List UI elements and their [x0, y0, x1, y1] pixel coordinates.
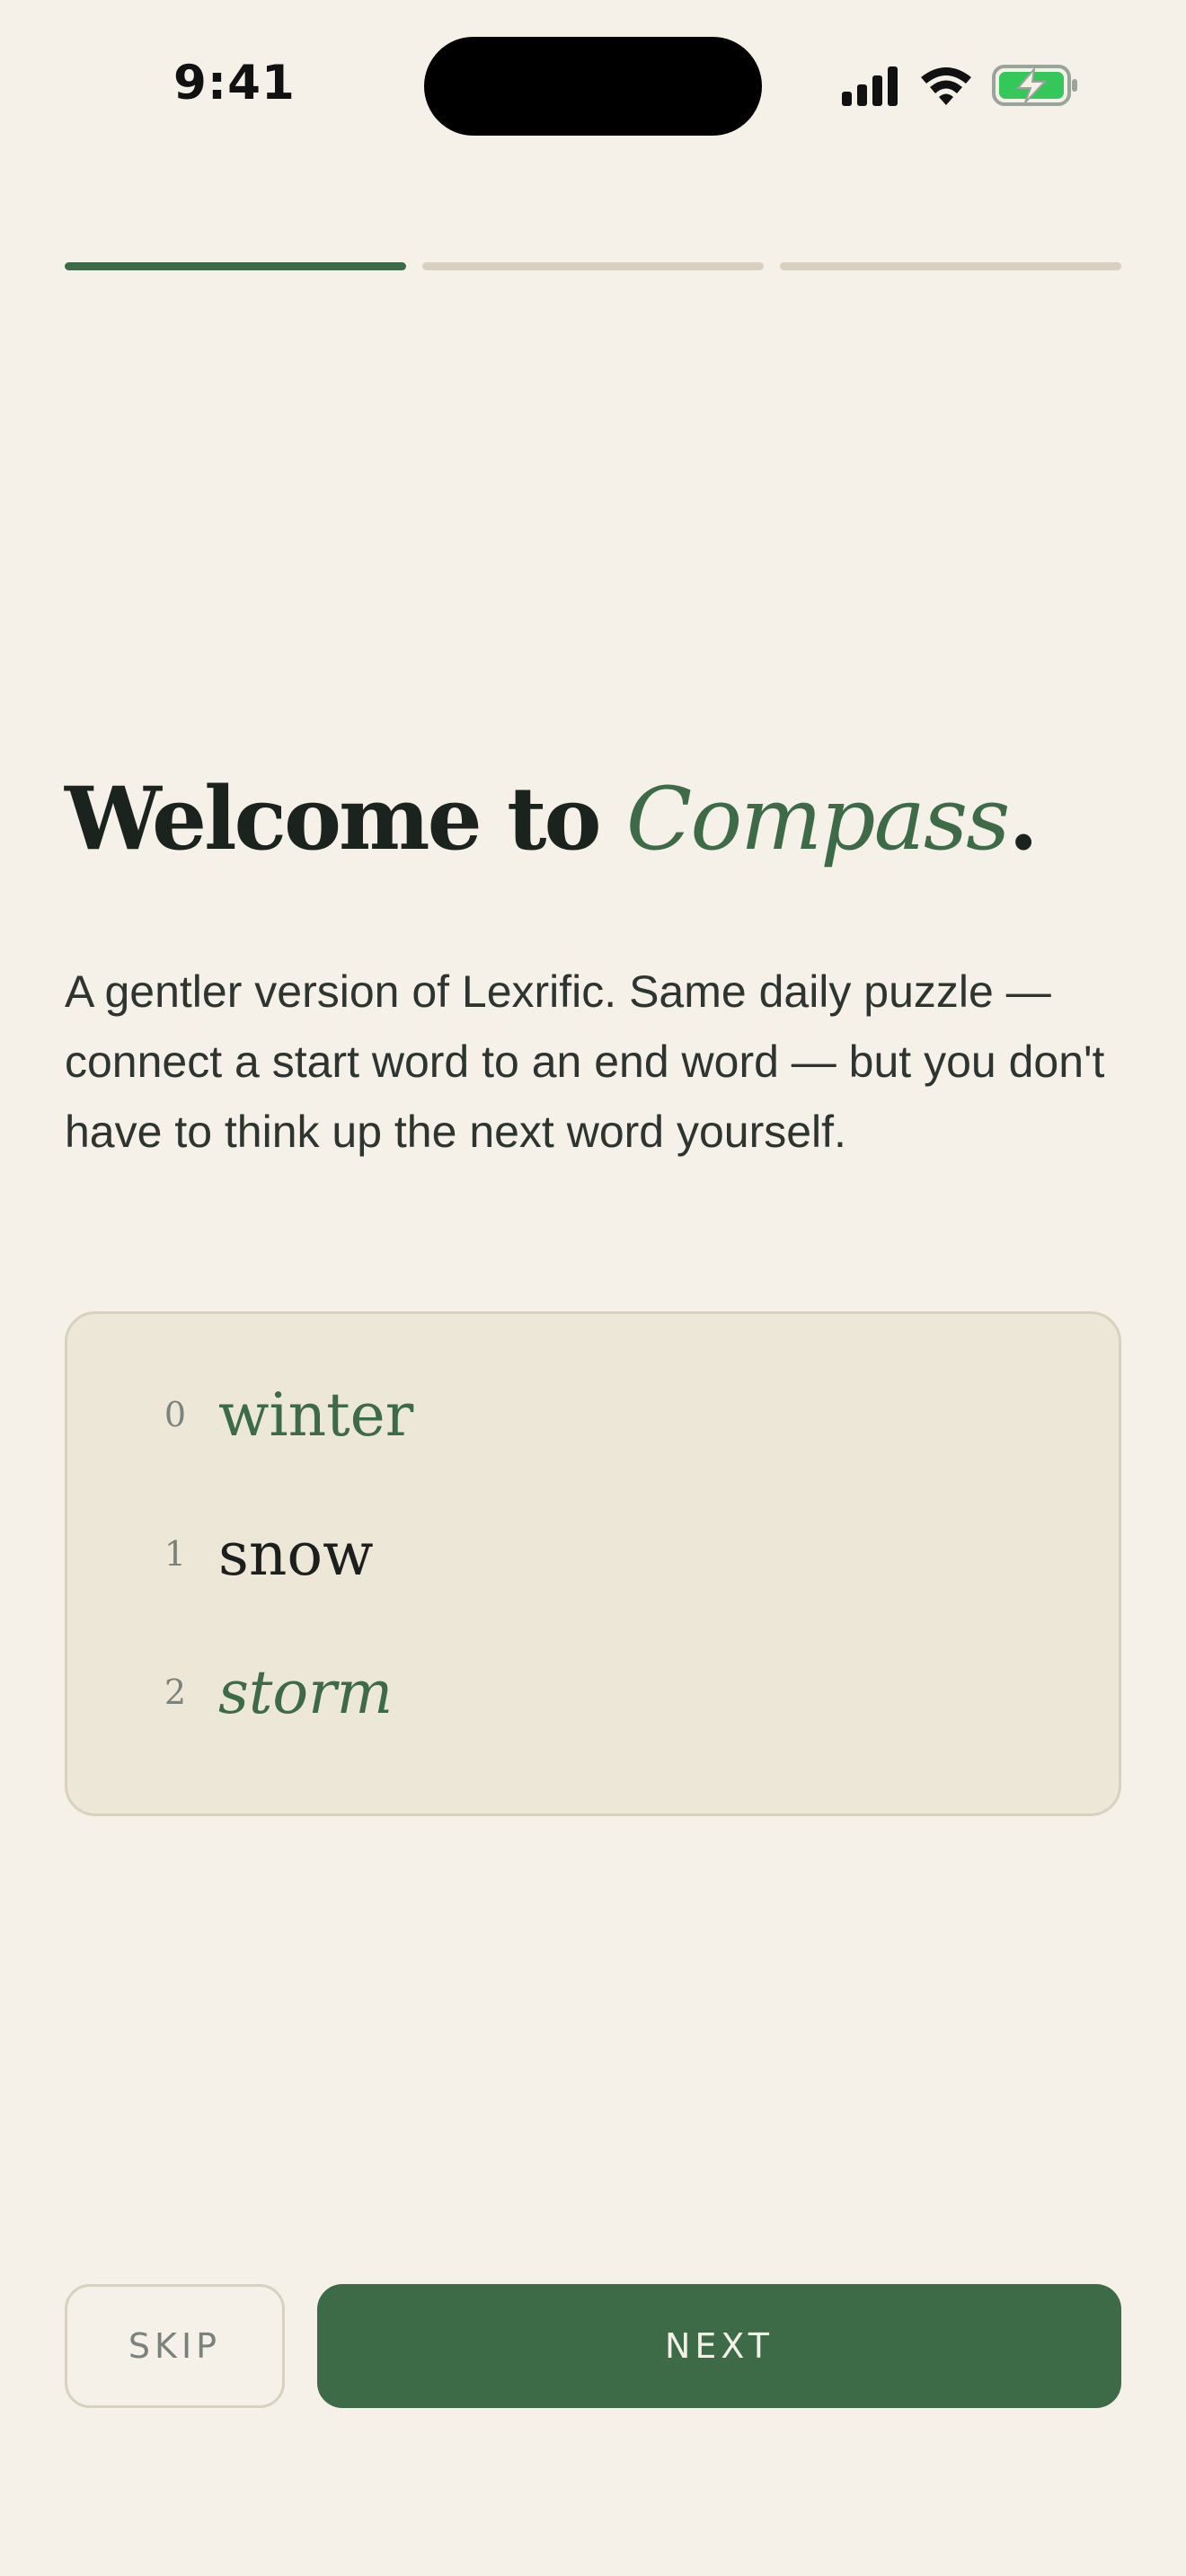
- page-title: Welcome to Compass.: [65, 768, 1039, 869]
- chain-word-end: storm: [218, 1657, 394, 1727]
- onboarding-progress: [65, 262, 1121, 271]
- title-suffix: .: [1008, 768, 1038, 869]
- next-button[interactable]: NEXT: [317, 2284, 1121, 2408]
- example-chain-card: 0 winter 1 snow 2 storm: [65, 1311, 1121, 1816]
- progress-step-2: [422, 262, 764, 270]
- chain-word-start: winter: [218, 1380, 414, 1450]
- chain-word-middle: snow: [218, 1519, 374, 1589]
- progress-step-3: [780, 262, 1121, 270]
- progress-step-1: [65, 262, 406, 270]
- intro-text: A gentler version of Lexrific. Same dail…: [65, 966, 1105, 1157]
- cellular-signal-icon: [842, 66, 898, 106]
- chain-index: 1: [164, 1534, 187, 1574]
- battery-charging-icon: [992, 65, 1077, 106]
- wifi-icon: [921, 67, 971, 105]
- status-time: 9:41: [173, 56, 296, 110]
- chain-index: 0: [164, 1395, 187, 1434]
- brand-name: Compass: [625, 769, 1010, 869]
- status-icons: [840, 63, 1078, 110]
- title-prefix: Welcome to: [65, 768, 601, 869]
- skip-button[interactable]: SKIP: [65, 2284, 285, 2408]
- chain-index: 2: [164, 1672, 187, 1712]
- dynamic-island: [424, 37, 762, 136]
